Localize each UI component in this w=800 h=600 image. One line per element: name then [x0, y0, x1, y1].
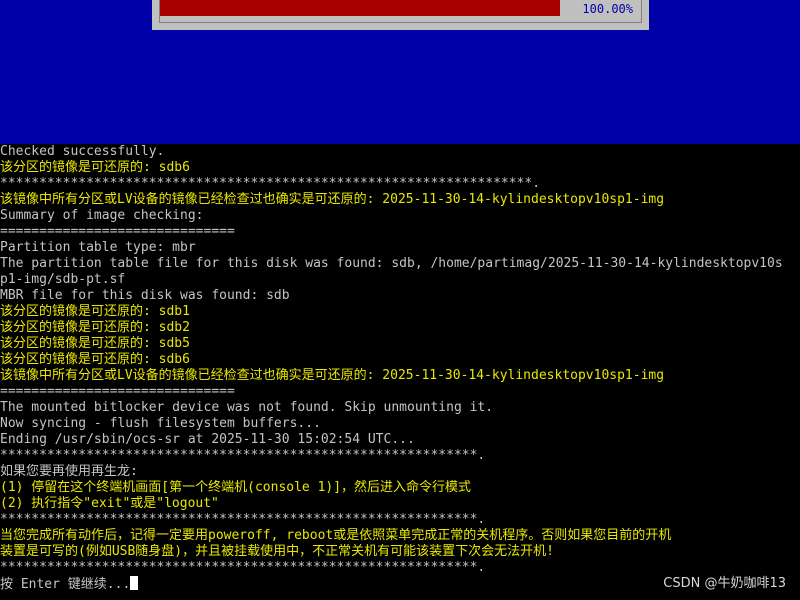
terminal-line: ****************************************…	[0, 448, 486, 463]
terminal-line: Now syncing - flush filesystem buffers..…	[0, 416, 321, 431]
terminal-line: Summary of image checking:	[0, 208, 204, 223]
terminal-line: ****************************************…	[0, 560, 486, 575]
terminal-line: 装置是可写的(例如USB随身盘)，并且被挂载使用中，不正常关机有可能该装置下次会…	[0, 544, 554, 559]
progress-bar-fill	[160, 0, 560, 16]
terminal-screen: 100.00% Checked successfully. 该分区的镜像是可还原的…	[0, 0, 800, 600]
terminal-line: p1-img/sdb-pt.sf	[0, 272, 126, 287]
terminal-line: The partition table file for this disk w…	[0, 256, 783, 271]
terminal-line: The mounted bitlocker device was not fou…	[0, 400, 494, 415]
terminal-line: ****************************************…	[0, 512, 486, 527]
terminal-line: 当您完成所有动作后，记得一定要用poweroff, reboot或是依照菜单完成…	[0, 528, 672, 543]
watermark: CSDN @牛奶咖啡13	[663, 576, 786, 591]
terminal-line: (1) 停留在这个终端机画面[第一个终端机(console 1)]，然后进入命令…	[0, 480, 472, 495]
terminal-line: 该分区的镜像是可还原的: sdb6	[0, 160, 190, 175]
terminal-line: (2) 执行指令"exit"或是"logout"	[0, 496, 219, 511]
terminal-line: ==============================	[0, 384, 235, 399]
terminal-output: Checked successfully. 该分区的镜像是可还原的: sdb6 **…	[0, 144, 800, 600]
terminal-line: MBR file for this disk was found: sdb	[0, 288, 290, 303]
terminal-line: 如果您要再使用再生龙:	[0, 464, 138, 479]
terminal-line: ****************************************…	[0, 176, 541, 191]
terminal-line: Ending /usr/sbin/ocs-sr at 2025-11-30 15…	[0, 432, 415, 447]
terminal-line: 该镜像中所有分区或LV设备的镜像已经检查过也确实是可还原的: 2025-11-3…	[0, 192, 665, 207]
progress-percent: 100.00%	[582, 2, 633, 16]
terminal-line: 该分区的镜像是可还原的: sdb5	[0, 336, 190, 351]
text-cursor	[130, 576, 139, 590]
terminal-line: ==============================	[0, 224, 235, 239]
terminal-line: 该分区的镜像是可还原的: sdb1	[0, 304, 190, 319]
terminal-line: Checked successfully.	[0, 144, 165, 159]
progress-bar: 100.00%	[159, 0, 642, 23]
terminal-line: Partition table type: mbr	[0, 240, 196, 255]
terminal-line: 该分区的镜像是可还原的: sdb2	[0, 320, 190, 335]
progress-dialog: 100.00%	[152, 0, 649, 30]
prompt-text: 按 Enter 键继续...	[0, 577, 131, 592]
terminal-line: 该镜像中所有分区或LV设备的镜像已经检查过也确实是可还原的: 2025-11-3…	[0, 368, 665, 383]
clonezilla-dialog-background: 100.00%	[0, 0, 800, 144]
terminal-line: 该分区的镜像是可还原的: sdb6	[0, 352, 190, 367]
